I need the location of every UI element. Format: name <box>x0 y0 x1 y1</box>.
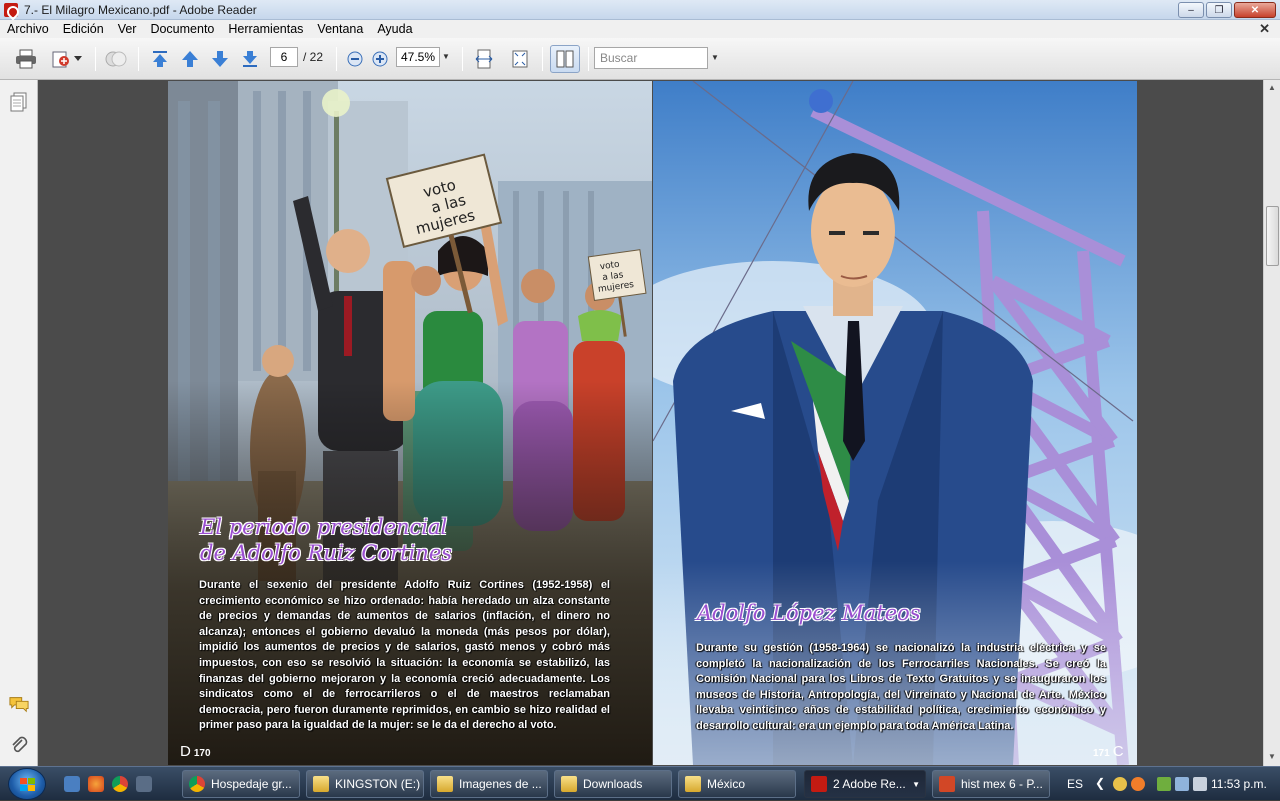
task-label: 2 Adobe Re... <box>833 777 906 791</box>
zoom-out-icon[interactable] <box>343 48 367 70</box>
restore-button[interactable]: ❐ <box>1206 2 1232 18</box>
task-powerpoint[interactable]: hist mex 6 - P... <box>932 770 1050 798</box>
scroll-down-icon[interactable]: ▼ <box>1268 752 1276 761</box>
left-page-body: Durante el sexenio del presidente Adolfo… <box>199 579 610 732</box>
last-page-icon[interactable] <box>238 48 262 70</box>
document-area[interactable]: votoa lasmujeres votoa lasmujeres El per… <box>38 80 1263 766</box>
menu-ver[interactable]: Ver <box>111 22 144 36</box>
firefox-icon[interactable] <box>88 776 104 792</box>
heading-line-1: El periodo presidencial <box>200 515 448 539</box>
adobe-icon <box>811 776 827 792</box>
right-page-number: 171 C <box>1093 743 1124 760</box>
right-page-heading: Adolfo López Mateos <box>697 601 921 625</box>
group-dropdown-icon[interactable]: ▼ <box>912 780 920 789</box>
zoom-dropdown-icon[interactable]: ▼ <box>442 52 450 61</box>
explorer-quicklaunch-icon[interactable] <box>136 776 152 792</box>
folder-icon <box>437 776 453 792</box>
task-label: México <box>707 777 746 791</box>
attachments-icon[interactable] <box>9 736 29 756</box>
zoom-input[interactable]: 47.5% <box>396 47 440 67</box>
search-input[interactable]: Buscar <box>594 47 708 69</box>
task-label: KINGSTON (E:) <box>335 777 421 791</box>
task-label: Downloads <box>583 777 643 791</box>
menu-bar: Archivo Edición Ver Documento Herramient… <box>0 20 1280 38</box>
title-bar: 7.- El Milagro Mexicano.pdf - Adobe Read… <box>0 0 1280 20</box>
task-mexico[interactable]: México <box>678 770 796 798</box>
left-page-heading: El periodo presidencial de Adolfo Ruiz C… <box>200 514 452 566</box>
task-kingston[interactable]: KINGSTON (E:) <box>306 770 424 798</box>
windows-logo-icon <box>20 778 35 791</box>
usb-icon[interactable] <box>1157 777 1171 791</box>
folder-icon <box>561 776 577 792</box>
share-icon[interactable] <box>50 48 74 70</box>
first-page-icon[interactable] <box>148 48 172 70</box>
window-title: 7.- El Milagro Mexicano.pdf - Adobe Read… <box>24 2 257 17</box>
adobe-reader-icon <box>4 2 18 17</box>
left-page-number-text: 170 <box>193 748 211 759</box>
window-controls: – ❐ ✕ <box>1178 2 1276 18</box>
folder-icon <box>685 776 701 792</box>
powerpoint-icon <box>939 776 955 792</box>
two-page-view-icon[interactable] <box>550 45 580 73</box>
language-indicator[interactable]: ES <box>1067 777 1083 791</box>
close-button[interactable]: ✕ <box>1234 2 1276 18</box>
menu-archivo[interactable]: Archivo <box>0 22 56 36</box>
task-label: hist mex 6 - P... <box>961 777 1043 791</box>
task-label: Imagenes de ... <box>459 777 542 791</box>
avast-icon[interactable] <box>1131 777 1145 791</box>
comments-icon[interactable] <box>9 694 29 714</box>
scroll-up-icon[interactable]: ▲ <box>1268 83 1276 92</box>
menu-edicion[interactable]: Edición <box>56 22 111 36</box>
pdf-page-171: Adolfo López Mateos Durante su gestión (… <box>653 81 1137 765</box>
chrome-icon <box>189 776 205 792</box>
collaborate-icon[interactable] <box>104 48 128 70</box>
menu-herramientas[interactable]: Herramientas <box>221 22 310 36</box>
menu-documento[interactable]: Documento <box>143 22 221 36</box>
page-total: / 22 <box>303 50 324 64</box>
menu-ventana[interactable]: Ventana <box>310 22 370 36</box>
previous-page-icon[interactable] <box>178 48 202 70</box>
zoom-in-icon[interactable] <box>368 48 392 70</box>
network-icon[interactable] <box>1175 777 1189 791</box>
right-page-number-text: 171 <box>1093 748 1110 759</box>
search-dropdown-icon[interactable]: ▼ <box>711 53 719 62</box>
taskbar: Hospedaje gr... KINGSTON (E:) Imagenes d… <box>0 766 1280 800</box>
task-chrome[interactable]: Hospedaje gr... <box>182 770 300 798</box>
minimize-button[interactable]: – <box>1178 2 1204 18</box>
left-page-number: D 170 <box>180 743 211 760</box>
show-hidden-icons-icon[interactable]: ❮ <box>1095 776 1105 790</box>
scrollbar-thumb[interactable] <box>1266 206 1279 266</box>
folder-icon <box>313 776 329 792</box>
heading-line-2: de Adolfo Ruiz Cortines <box>200 541 453 565</box>
right-page-body: Durante su gestión (1958-1964) se nacion… <box>696 642 1106 732</box>
print-icon[interactable] <box>14 48 38 70</box>
page-number-input[interactable]: 6 <box>270 47 298 67</box>
task-imagenes[interactable]: Imagenes de ... <box>430 770 548 798</box>
task-downloads[interactable]: Downloads <box>554 770 672 798</box>
clock[interactable]: 11:53 p.m. <box>1211 777 1267 791</box>
fit-page-icon[interactable] <box>508 48 532 70</box>
start-button[interactable] <box>8 768 46 800</box>
task-label: Hospedaje gr... <box>211 777 292 791</box>
next-page-icon[interactable] <box>208 48 232 70</box>
fit-width-icon[interactable] <box>472 48 496 70</box>
volume-icon[interactable] <box>1193 777 1207 791</box>
menu-ayuda[interactable]: Ayuda <box>370 22 419 36</box>
task-adobe-reader[interactable]: 2 Adobe Re... ▼ <box>804 770 926 798</box>
vertical-scrollbar[interactable]: ▲ ▼ <box>1263 80 1280 766</box>
navigation-panel <box>0 80 38 766</box>
page-thumbnails-icon[interactable] <box>9 92 29 112</box>
show-desktop-icon[interactable] <box>64 776 80 792</box>
chrome-quicklaunch-icon[interactable] <box>112 776 128 792</box>
system-tray: ES ❮ 11:53 p.m. <box>1057 767 1280 801</box>
share-dropdown-icon[interactable] <box>72 48 84 70</box>
pdf-page-170: votoa lasmujeres votoa lasmujeres El per… <box>168 81 652 765</box>
close-document-icon[interactable]: ✕ <box>1259 21 1270 37</box>
security-icon[interactable] <box>1113 777 1127 791</box>
